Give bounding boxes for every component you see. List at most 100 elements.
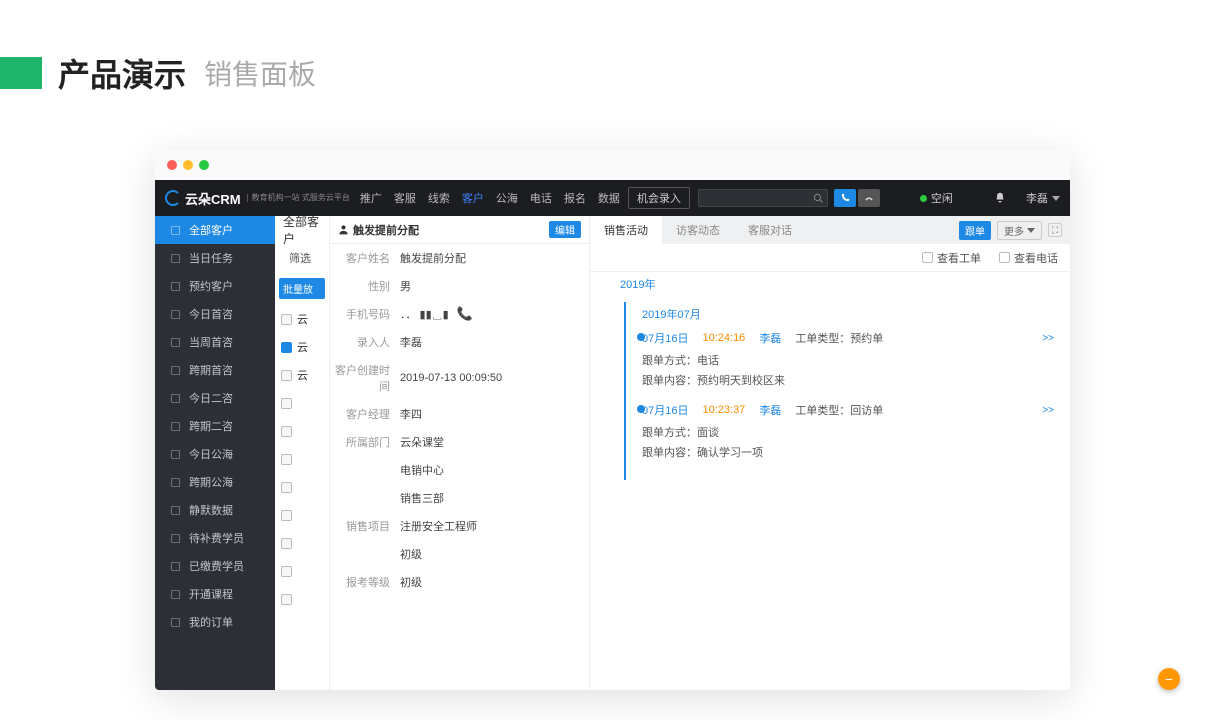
sidebar-item-label: 当日任务 <box>189 250 233 266</box>
bell-icon[interactable] <box>994 192 1006 204</box>
checkbox-icon[interactable] <box>281 594 292 605</box>
sidebar-item-5[interactable]: 跨期首咨 <box>155 356 275 384</box>
filter-view-tickets[interactable]: 查看工单 <box>922 250 981 266</box>
window-min-icon[interactable] <box>183 160 193 170</box>
list-row[interactable]: 云 <box>275 305 329 333</box>
timeline: 2019年 2019年07月 07月16日10:24:16李磊工单类型：预约单>… <box>590 272 1070 690</box>
sidebar-item-6[interactable]: 今日二咨 <box>155 384 275 412</box>
field-value: ．． ▮▮␣▮ 📞 <box>400 306 473 322</box>
fab-minus[interactable]: − <box>1158 668 1180 690</box>
field-value: 初级 <box>400 546 422 562</box>
entry-user: 李磊 <box>759 402 781 418</box>
checkbox-icon[interactable] <box>281 426 292 437</box>
sea-icon <box>169 476 181 488</box>
sidebar-item-10[interactable]: 静默数据 <box>155 496 275 524</box>
sidebar-item-label: 今日首咨 <box>189 306 233 322</box>
field-label: 销售项目 <box>330 518 400 534</box>
nav-dianhua[interactable]: 电话 <box>530 190 552 206</box>
field-label: 所属部门 <box>330 434 400 450</box>
list-row[interactable] <box>275 585 329 613</box>
nav-kehu[interactable]: 客户 <box>462 190 484 206</box>
chat-icon <box>169 308 181 320</box>
filter-view-calls[interactable]: 查看电话 <box>999 250 1058 266</box>
sidebar-item-3[interactable]: 今日首咨 <box>155 300 275 328</box>
entry-expand[interactable]: >> <box>1042 405 1058 416</box>
book-icon <box>169 588 181 600</box>
field-label <box>330 462 400 478</box>
checkbox-icon[interactable] <box>281 454 292 465</box>
sidebar-item-12[interactable]: 已缴费学员 <box>155 552 275 580</box>
accent-block <box>0 57 42 89</box>
window-close-icon[interactable] <box>167 160 177 170</box>
list-row[interactable] <box>275 529 329 557</box>
nav-shuju[interactable]: 数据 <box>598 190 620 206</box>
sidebar-item-8[interactable]: 今日公海 <box>155 440 275 468</box>
checkbox-icon[interactable] <box>281 510 292 521</box>
sidebar-item-4[interactable]: 当周首咨 <box>155 328 275 356</box>
checkbox-icon[interactable] <box>281 398 292 409</box>
checkbox-icon[interactable] <box>281 482 292 493</box>
tab-visitor[interactable]: 访客动态 <box>662 216 734 244</box>
list-row[interactable]: 云 <box>275 333 329 361</box>
user-menu[interactable]: 李磊 <box>1026 190 1060 206</box>
nav-kefu[interactable]: 客服 <box>394 190 416 206</box>
phone-icon[interactable]: 📞 <box>457 306 473 322</box>
follow-button[interactable]: 跟单 <box>959 221 991 240</box>
nav-baoming[interactable]: 报名 <box>564 190 586 206</box>
sidebar-item-label: 预约客户 <box>189 278 233 294</box>
list-row[interactable]: 云 <box>275 361 329 389</box>
sidebar-item-14[interactable]: 我的订单 <box>155 608 275 636</box>
entry-expand[interactable]: >> <box>1042 333 1058 344</box>
search-input[interactable] <box>698 189 828 207</box>
field-value: 注册安全工程师 <box>400 518 477 534</box>
list-row[interactable] <box>275 501 329 529</box>
more-button[interactable]: 更多 <box>997 221 1042 240</box>
nav-gonghai[interactable]: 公海 <box>496 190 518 206</box>
edit-button[interactable]: 编辑 <box>549 221 581 238</box>
filter-label[interactable]: 筛选 <box>275 244 329 272</box>
list-row[interactable] <box>275 473 329 501</box>
nav-xiansuo[interactable]: 线索 <box>428 190 450 206</box>
list-row[interactable] <box>275 389 329 417</box>
status[interactable]: 空闲 <box>920 190 953 206</box>
checkbox-icon[interactable] <box>281 342 292 353</box>
batch-button[interactable]: 批量放 <box>279 278 325 299</box>
tab-support-chat[interactable]: 客服对话 <box>734 216 806 244</box>
chance-entry-button[interactable]: 机会录入 <box>628 187 690 209</box>
detail-field: 客户姓名触发提前分配 <box>330 244 589 272</box>
checkbox-icon[interactable] <box>281 538 292 549</box>
call-button[interactable] <box>834 189 856 207</box>
list-row[interactable] <box>275 417 329 445</box>
list-row[interactable] <box>275 445 329 473</box>
detail-header: 触发提前分配 编辑 <box>330 216 589 244</box>
logo-subtext: 教育机构一站 式服务云平台 <box>247 194 350 202</box>
field-label: 客户姓名 <box>330 250 400 266</box>
sidebar-item-11[interactable]: 待补费学员 <box>155 524 275 552</box>
sidebar-item-2[interactable]: 预约客户 <box>155 272 275 300</box>
nav-tuiguang[interactable]: 推广 <box>360 190 382 206</box>
sidebar-item-1[interactable]: 当日任务 <box>155 244 275 272</box>
timeline-line: 2019年07月 07月16日10:24:16李磊工单类型：预约单>>跟单方式：… <box>624 302 1058 480</box>
list-row[interactable] <box>275 557 329 585</box>
logo[interactable]: 云朵CRM <box>165 189 241 208</box>
checkbox-icon[interactable] <box>281 370 292 381</box>
sidebar-item-label: 已缴费学员 <box>189 558 244 574</box>
hangup-button[interactable] <box>858 189 880 207</box>
sidebar-item-13[interactable]: 开通课程 <box>155 580 275 608</box>
checkbox-icon[interactable] <box>281 566 292 577</box>
expand-icon[interactable]: ⛶ <box>1048 223 1062 237</box>
detail-field: 报考等级初级 <box>330 568 589 596</box>
checkbox-icon[interactable] <box>281 314 292 325</box>
window-titlebar <box>155 150 1070 180</box>
sidebar-item-7[interactable]: 跨期二咨 <box>155 412 275 440</box>
entry-time: 10:24:16 <box>702 332 745 344</box>
detail-field: 所属部门云朵课堂 <box>330 428 589 456</box>
order-icon <box>169 616 181 628</box>
window-max-icon[interactable] <box>199 160 209 170</box>
tab-sales-activity[interactable]: 销售活动 <box>590 216 662 244</box>
field-label: 性别 <box>330 278 400 294</box>
sidebar-item-9[interactable]: 跨期公海 <box>155 468 275 496</box>
logo-icon <box>165 190 181 206</box>
sidebar-item-0[interactable]: 全部客户 <box>155 216 275 244</box>
chat-icon <box>169 364 181 376</box>
